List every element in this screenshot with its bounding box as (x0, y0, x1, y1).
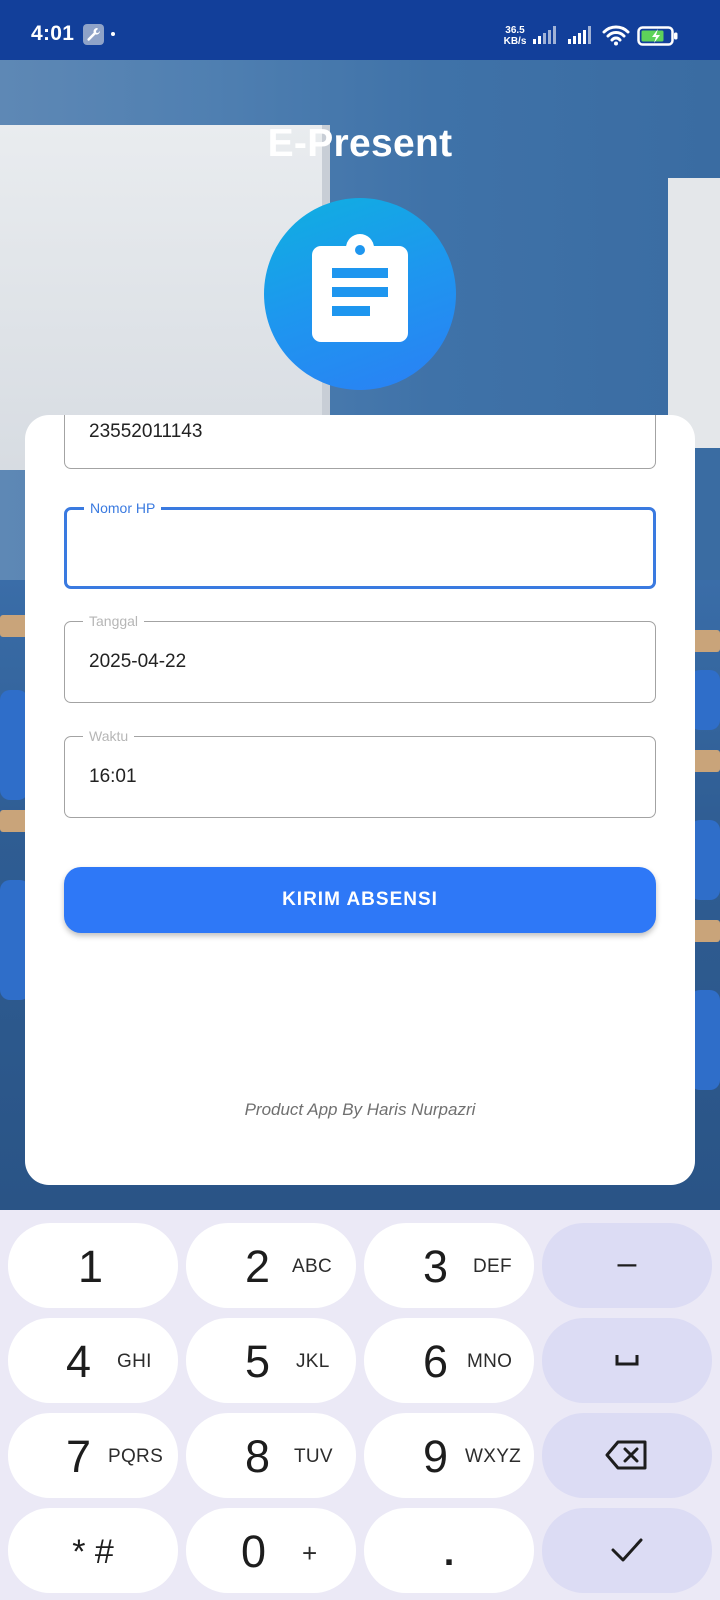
minus-key[interactable]: – (542, 1223, 712, 1308)
key-digit: 5 (245, 1336, 271, 1387)
key-digit: 1 (78, 1241, 104, 1292)
space-key[interactable] (542, 1318, 712, 1403)
minus-icon: – (617, 1244, 637, 1282)
battery-charging-icon (637, 26, 678, 46)
symbols-key[interactable]: * # (8, 1508, 178, 1593)
notification-dot (111, 32, 115, 36)
nim-field[interactable]: 23552011143 (64, 415, 656, 469)
key-4[interactable]: 4 GHI (8, 1318, 178, 1403)
key-digit: 7 (66, 1431, 92, 1482)
key-9[interactable]: 9 WXYZ (364, 1413, 534, 1498)
key-digit: 2 (245, 1241, 271, 1292)
dot-key[interactable]: . (364, 1508, 534, 1593)
key-letters: DEF (473, 1256, 512, 1277)
status-bar: 4:01 36.5 KB/s (0, 0, 720, 60)
key-letters: PQRS (108, 1446, 164, 1467)
key-letters: ABC (292, 1256, 332, 1277)
network-speed: 36.5 KB/s (502, 25, 528, 47)
key-digit: 9 (423, 1431, 449, 1482)
key-1[interactable]: 1 (8, 1223, 178, 1308)
phone-label: Nomor HP (84, 499, 162, 517)
app-title: E-Present (267, 122, 453, 165)
wrench-icon (83, 24, 104, 45)
key-digit: 8 (245, 1431, 271, 1482)
key-5[interactable]: 5 JKL (186, 1318, 356, 1403)
key-2[interactable]: 2 ABC (186, 1223, 356, 1308)
key-letters: MNO (467, 1351, 513, 1372)
key-0[interactable]: 0 + (186, 1508, 356, 1593)
key-digit: 4 (66, 1336, 92, 1387)
phone-field[interactable]: Nomor HP (64, 499, 656, 589)
checkmark-icon (611, 1538, 643, 1562)
attendance-form-card: 23552011143 Nomor HP Tanggal 2025-04-22 … (25, 415, 695, 1185)
key-3[interactable]: 3 DEF (364, 1223, 534, 1308)
date-label: Tanggal (83, 612, 145, 630)
date-field[interactable]: Tanggal 2025-04-22 (64, 612, 656, 703)
status-time: 4:01 (31, 22, 75, 45)
net-speed-unit: KB/s (503, 36, 527, 47)
key-digit: 3 (423, 1241, 449, 1292)
key-letters: TUV (294, 1446, 333, 1467)
app-logo (264, 198, 456, 390)
signal-icon (568, 26, 591, 44)
numeric-keyboard: 1 2 ABC 3 DEF – 4 GHI 5 JKL 6 MNO 7 PQRS… (0, 1210, 720, 1600)
key-6[interactable]: 6 MNO (364, 1318, 534, 1403)
date-value: 2025-04-22 (89, 651, 187, 672)
key-digit: 0 (241, 1526, 267, 1577)
nim-value: 23552011143 (89, 421, 203, 442)
symbols-label: * # (72, 1533, 114, 1571)
net-speed-value: 36.5 (505, 25, 525, 36)
space-icon (615, 1355, 639, 1366)
done-key[interactable] (542, 1508, 712, 1593)
backspace-key[interactable] (542, 1413, 712, 1498)
key-digit: 6 (423, 1336, 449, 1387)
time-value: 16:01 (89, 766, 137, 787)
backspace-icon (605, 1440, 647, 1470)
wifi-icon (602, 25, 630, 46)
footer-credit: Product App By Haris Nurpazri (244, 1100, 476, 1119)
time-label: Waktu (83, 727, 135, 745)
signal-icon (533, 26, 556, 44)
key-letters: WXYZ (465, 1446, 522, 1467)
key-7[interactable]: 7 PQRS (8, 1413, 178, 1498)
key-letters: + (302, 1538, 318, 1568)
key-letters: JKL (296, 1351, 330, 1372)
key-letters: GHI (117, 1351, 152, 1372)
dot-label: . (443, 1532, 455, 1574)
submit-attendance-button[interactable]: KIRIM ABSENSI (64, 867, 656, 933)
key-8[interactable]: 8 TUV (186, 1413, 356, 1498)
clipboard-icon (312, 234, 408, 342)
time-field[interactable]: Waktu 16:01 (64, 727, 656, 818)
